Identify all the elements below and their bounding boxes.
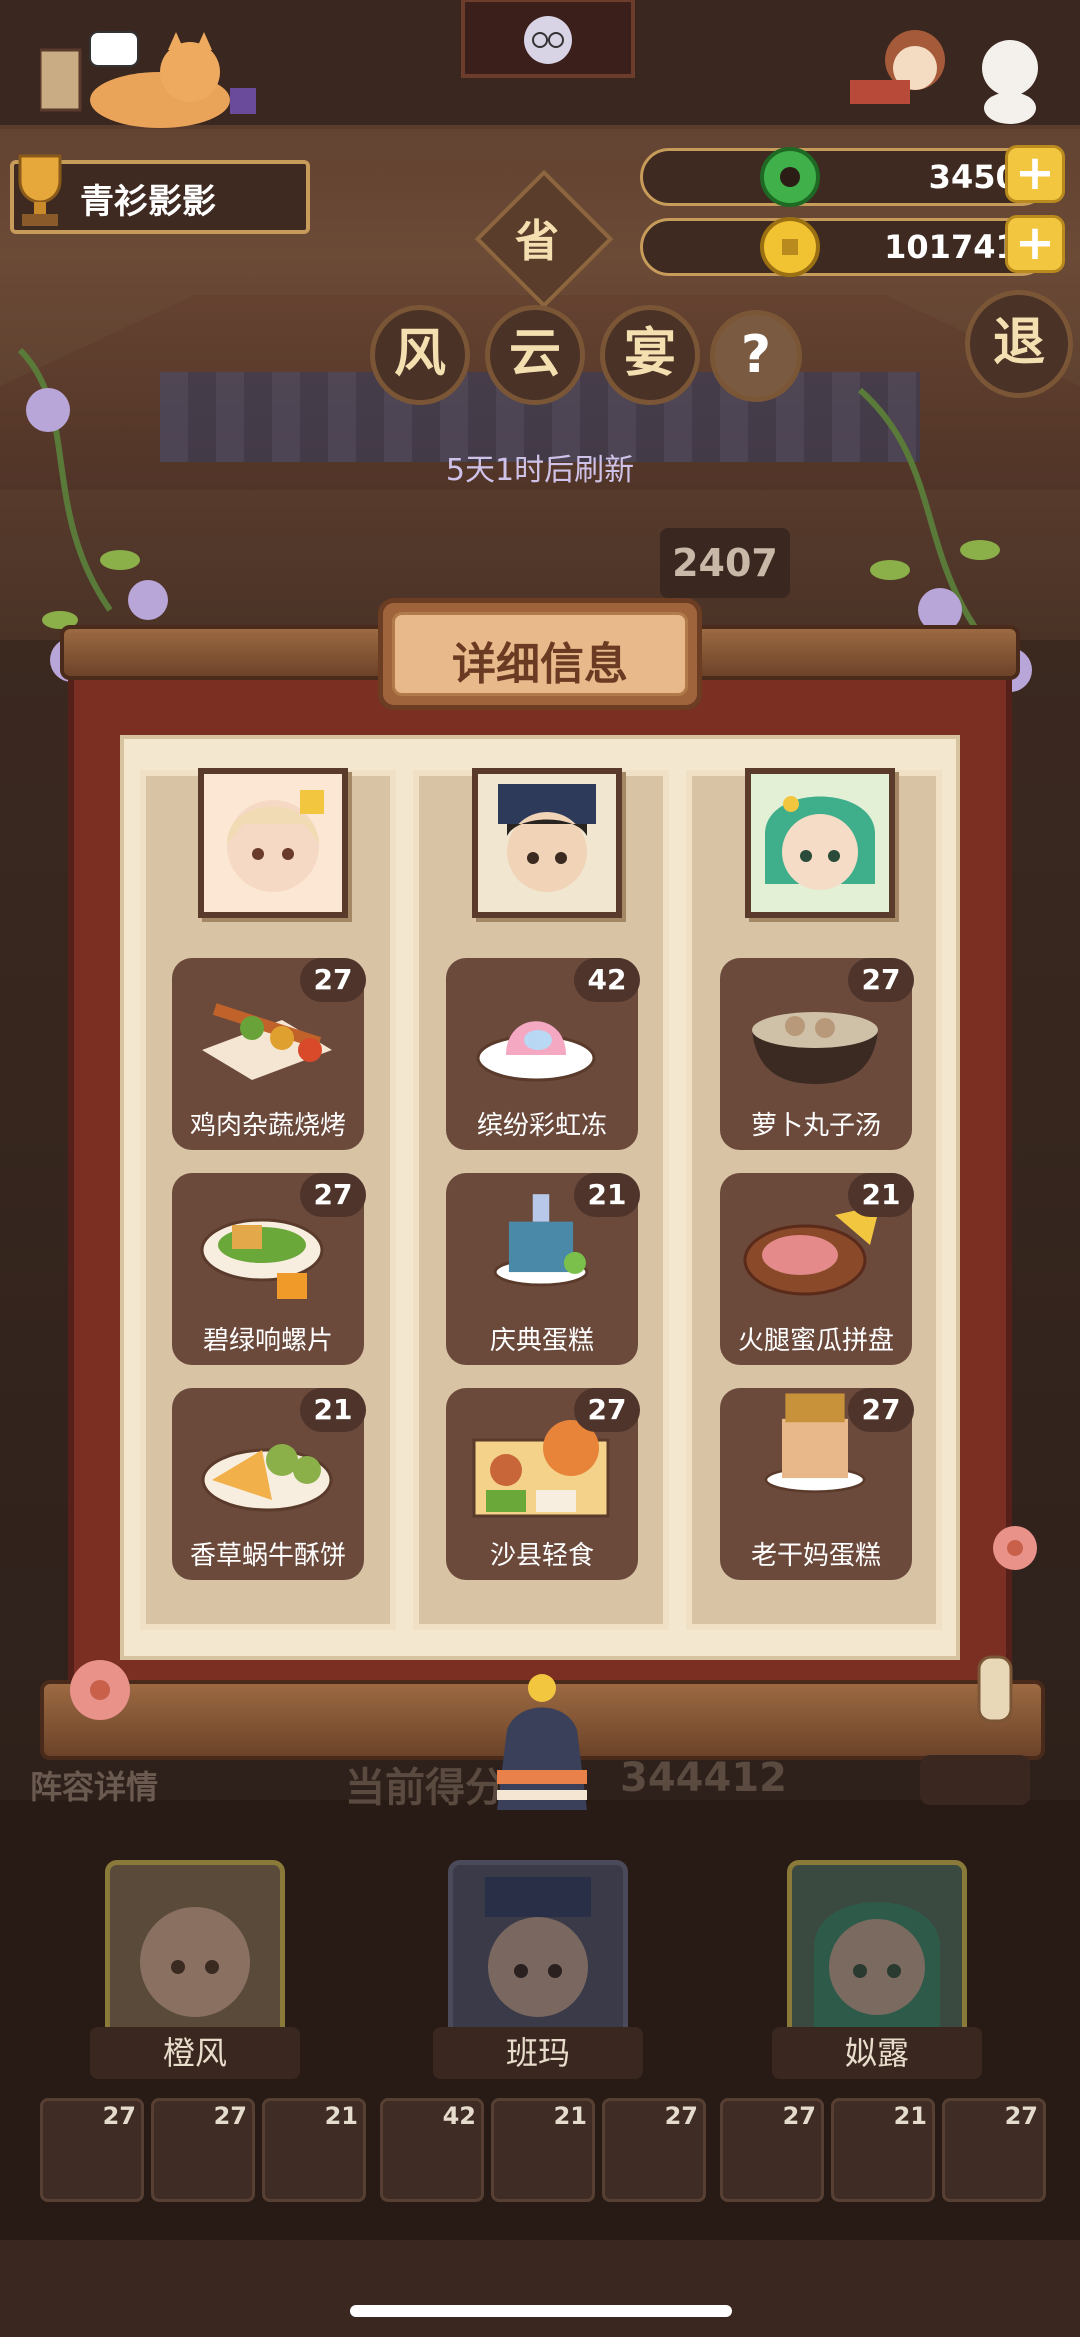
character-silu-avatar-icon xyxy=(814,1902,940,2027)
dish-name: 沙县轻食 xyxy=(489,1541,594,1571)
coin-amount: 1017413 xyxy=(884,228,1040,266)
province-char: 省 xyxy=(515,216,559,267)
character-chengfeng-icon xyxy=(227,790,324,892)
reset-button[interactable] xyxy=(920,1755,1030,1805)
dish-count-badge: 21 xyxy=(848,1173,914,1217)
dish-name: 缤纷彩虹冻 xyxy=(476,1111,607,1141)
character-banma-icon xyxy=(498,784,596,892)
hanging-portrait-icon xyxy=(461,0,635,78)
add-coins-button[interactable]: + xyxy=(1005,215,1065,273)
mini-dish-count: 42 xyxy=(442,2102,476,2130)
dish-count-badge: 21 xyxy=(574,1173,640,1217)
bottom-safe-area xyxy=(0,2240,1080,2337)
modal-title: 详细信息 xyxy=(452,639,628,690)
dish-count-badge: 27 xyxy=(848,958,914,1002)
lineup-character-name: 班玛 xyxy=(433,2027,643,2079)
dish-name: 鸡肉杂蔬烧烤 xyxy=(189,1111,346,1141)
mini-dish-count: 21 xyxy=(893,2102,927,2130)
dish-name: 庆典蛋糕 xyxy=(489,1326,594,1356)
dish-name: 碧绿响螺片 xyxy=(202,1326,333,1356)
lineup-character-name: 姒露 xyxy=(772,2027,982,2079)
lineup-detail-label[interactable]: 阵容详情 xyxy=(30,1762,158,1808)
current-score-value: 344412 xyxy=(620,1755,787,1801)
rod-end-cap-icon xyxy=(977,1655,1013,1723)
help-button[interactable]: ? xyxy=(710,310,802,402)
portrait-banma[interactable] xyxy=(472,768,622,918)
portrait-chengfeng[interactable] xyxy=(198,768,348,918)
jade-amount: 34507 xyxy=(928,158,1040,196)
score-peek: 2407 xyxy=(660,528,790,598)
title-char-3: 宴 xyxy=(600,305,700,405)
mini-dish-count: 27 xyxy=(664,2102,698,2130)
mini-dish-count: 27 xyxy=(782,2102,816,2130)
character-silu-icon xyxy=(765,796,875,890)
pink-flower-icon xyxy=(70,1660,130,1720)
home-indicator[interactable] xyxy=(350,2305,732,2317)
character-chengfeng-avatar-icon xyxy=(140,1907,250,2017)
mini-dish-count: 21 xyxy=(324,2102,358,2130)
dish-count-badge: 27 xyxy=(574,1388,640,1432)
dish-name: 香草蜗牛酥饼 xyxy=(189,1541,346,1571)
player-name: 青衫影影 xyxy=(80,182,216,222)
title-char-2: 云 xyxy=(485,305,585,405)
dish-name: 老干妈蛋糕 xyxy=(750,1541,881,1571)
current-score-label: 当前得分 xyxy=(345,1765,505,1811)
dish-count-badge: 27 xyxy=(848,1388,914,1432)
add-jade-button[interactable]: + xyxy=(1005,145,1065,203)
cat-decoration-icon xyxy=(40,31,256,128)
mini-dish-count: 27 xyxy=(213,2102,247,2130)
mini-dish-count: 21 xyxy=(553,2102,587,2130)
portrait-silu[interactable] xyxy=(745,768,895,918)
dish-count-badge: 42 xyxy=(574,958,640,1002)
dish-count-badge: 27 xyxy=(300,1173,366,1217)
trophy-icon xyxy=(18,154,62,226)
tassel-ornament-icon xyxy=(497,1674,587,1810)
pink-flower-small-icon xyxy=(993,1526,1037,1570)
dish-count-badge: 27 xyxy=(300,958,366,1002)
dish-count-badge: 21 xyxy=(300,1388,366,1432)
lineup-character-name: 橙风 xyxy=(90,2027,300,2079)
characters-decoration-icon xyxy=(850,30,1038,124)
dish-name: 萝卜丸子汤 xyxy=(750,1111,881,1141)
title-char-1: 风 xyxy=(370,305,470,405)
dish-name: 火腿蜜瓜拼盘 xyxy=(737,1326,894,1356)
character-banma-avatar-icon xyxy=(485,1877,591,2017)
mini-dish-count: 27 xyxy=(1004,2102,1038,2130)
mini-dish-count: 27 xyxy=(102,2102,136,2130)
